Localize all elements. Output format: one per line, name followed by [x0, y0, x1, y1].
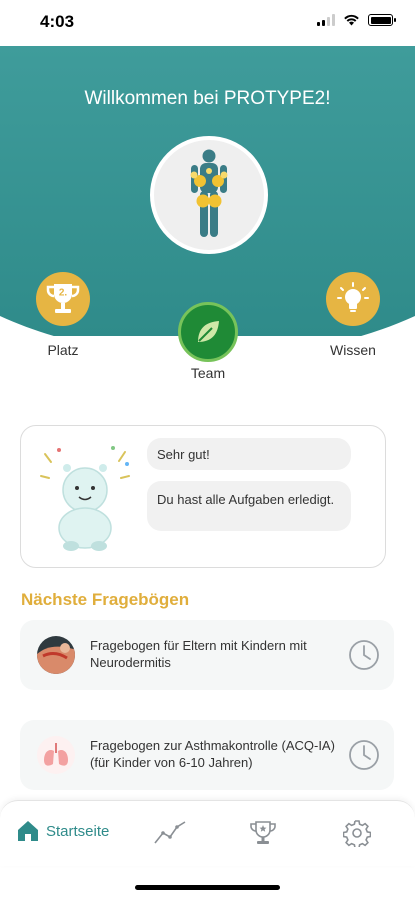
body-map-button[interactable]	[150, 136, 268, 254]
mascot-bear-icon	[40, 446, 130, 551]
questionnaire-title: Fragebogen zur Asthmakontrolle (ACQ-IA) …	[90, 738, 335, 770]
trophy-icon: 2.	[46, 284, 80, 313]
nav-tab-statistics[interactable]	[153, 819, 187, 845]
questionnaire-card[interactable]: Fragebogen für Eltern mit Kindern mit Ne…	[20, 620, 394, 690]
status-bar: 4:03	[0, 0, 415, 46]
signal-icon	[317, 14, 335, 26]
bottom-nav: Startseite	[0, 800, 415, 866]
home-icon	[18, 821, 38, 841]
trophy-outline-icon	[250, 821, 276, 844]
body-figure-icon	[190, 149, 228, 237]
section-title-questionnaires: Nächste Fragebögen	[21, 590, 190, 609]
wissen-label: Wissen	[330, 342, 376, 358]
leaf-icon	[198, 321, 219, 342]
lungs-icon	[37, 736, 75, 774]
status-time: 4:03	[40, 12, 75, 31]
chat-bubble-tasks-done: Du hast alle Aufgaben erledigt.	[147, 481, 351, 531]
nav-tab-startseite[interactable]: Startseite	[16, 819, 109, 843]
platz-button[interactable]: 2.	[36, 272, 90, 326]
chart-line-icon	[154, 821, 186, 844]
nav-tab-startseite-label: Startseite	[46, 822, 110, 840]
message-card: Sehr gut! Du hast alle Aufgaben erledigt…	[20, 425, 386, 568]
questionnaire-card[interactable]: Fragebogen zur Asthmakontrolle (ACQ-IA) …	[20, 720, 394, 790]
platz-label: Platz	[47, 342, 79, 358]
clock-icon	[349, 640, 379, 670]
clock-icon	[349, 740, 379, 770]
battery-icon	[368, 14, 396, 26]
wissen-button[interactable]	[326, 272, 380, 326]
team-button[interactable]	[178, 302, 238, 362]
status-icons	[317, 14, 396, 26]
questionnaire-title: Fragebogen für Eltern mit Kindern mit Ne…	[90, 638, 307, 670]
gear-icon	[343, 820, 371, 847]
nav-tab-settings[interactable]	[343, 819, 371, 847]
chat-bubble-praise: Sehr gut!	[147, 438, 351, 470]
skin-icon	[37, 636, 75, 674]
rank-text: 2.	[59, 288, 68, 299]
nav-tab-rewards[interactable]	[247, 819, 279, 847]
lightbulb-icon	[337, 282, 369, 312]
welcome-title: Willkommen bei PROTYPE2!	[84, 88, 331, 109]
home-indicator	[135, 885, 280, 890]
team-label: Team	[190, 365, 226, 381]
wifi-icon	[344, 14, 359, 26]
